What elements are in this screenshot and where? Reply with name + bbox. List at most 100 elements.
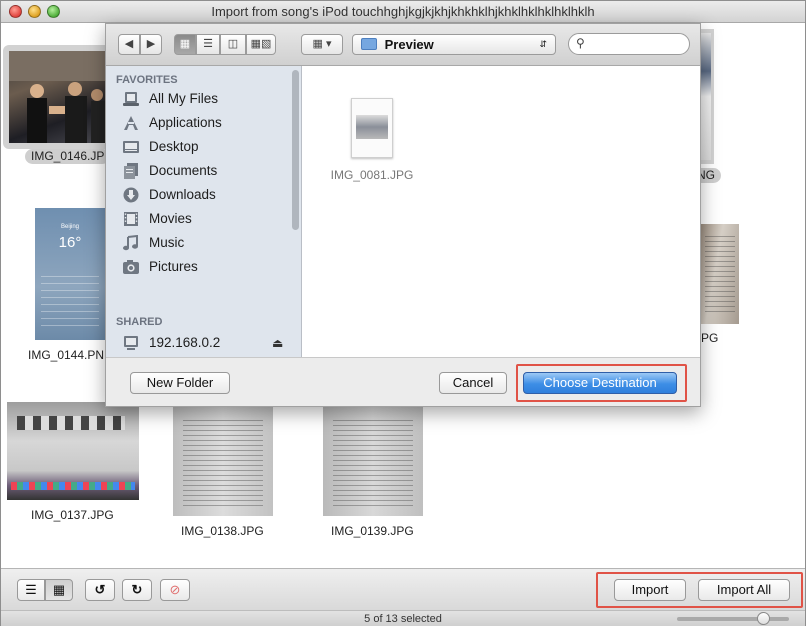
applications-icon [124,116,138,130]
highlight-box [516,364,687,402]
eject-icon[interactable]: ⏏ [272,332,283,354]
grid-icon: ▦ [52,582,66,597]
sidebar-item-label: All My Files [149,91,219,106]
photo-caption: IMG_0137.JPG [31,508,114,522]
screen-photo [7,402,139,500]
import-window: Import from song's iPod touchhghjkgjkjkh… [0,0,806,626]
documents-icon [124,163,138,179]
file-name: IMG_0081.JPG [330,168,414,182]
sidebar-item-label: Desktop [149,139,199,154]
weather-temp: 16° [58,234,82,251]
selection-count: 5 of 13 selected [364,613,442,625]
close-window-button[interactable] [9,5,22,18]
search-field[interactable]: ⚲ [568,33,690,55]
sidebar-item-label: 192.168.0.2 [149,335,221,350]
screen-content [17,416,125,430]
rotate-left-button[interactable]: ↺ [85,579,115,601]
list-icon: ☰ [25,582,37,597]
list-view-icon: ☰ [203,38,213,50]
rotate-right-button[interactable]: ↻ [122,579,152,601]
photo-caption: IMG_0138.JPG [181,524,264,538]
back-button[interactable]: ◀ [118,34,140,55]
coverflow-view-icon: ▦▧ [250,38,272,50]
rotate-right-icon: ↻ [131,582,143,597]
sheet-button-bar: New Folder Cancel Choose Destination [106,357,700,406]
list-view-button[interactable]: ☰ [17,579,45,601]
pictures-icon [123,260,139,274]
movies-icon [124,212,138,226]
people-photo-icon [9,51,107,143]
icon-view-button[interactable]: ▦ [174,34,196,55]
file-preview [356,115,388,139]
sheet-toolbar: ◀ ▶ ▦ ☰ ◫ ▦▧ ▦ ▾ Preview ⇵ ⚲ [106,24,700,66]
favorites-heading: FAVORITES [116,74,178,86]
location-popup[interactable]: Preview ⇵ [352,34,556,55]
slider-knob[interactable] [757,612,770,625]
sidebar-item-label: Documents [149,163,218,178]
folder-icon [361,38,377,50]
text-lines [333,416,413,506]
grid-icon: ▦ ▾ [312,38,332,50]
weather-city: Beijing [60,224,79,230]
file-item[interactable]: IMG_0081.JPG [327,96,417,186]
choose-destination-sheet: ◀ ▶ ▦ ☰ ◫ ▦▧ ▦ ▾ Preview ⇵ ⚲ FAVORITES A… [105,23,701,407]
computer-icon [124,336,138,350]
no-entry-icon: ⊘ [169,582,181,597]
photo-image [701,33,711,160]
document-photo [701,224,739,324]
image-file-icon [351,98,393,158]
updown-icon: ⇵ [539,39,547,49]
downloads-icon [123,187,139,203]
chevron-left-icon: ◀ [124,38,134,50]
arrange-button[interactable]: ▦ ▾ [301,34,343,55]
forward-button[interactable]: ▶ [140,34,162,55]
title-bar: Import from song's iPod touchhghjkgjkjkh… [1,1,805,23]
thumbnail-size-slider[interactable] [677,612,789,625]
highlight-box [596,572,803,608]
coverflow-view-button[interactable]: ▦▧ [246,34,276,55]
forecast-rows [41,270,99,326]
dock-strip [11,482,135,490]
text-lines [183,416,263,506]
minimize-window-button[interactable] [28,5,41,18]
bottom-toolbar: ☰ ▦ ↺ ↻ ⊘ Import Import All [1,568,805,610]
sidebar-item-192-168-0-2[interactable]: 192.168.0.2 ⏏ [122,332,292,354]
list-view-button[interactable]: ☰ [196,34,220,55]
photo-thumbnail[interactable] [701,29,714,164]
photo-thumbnail[interactable]: Beijing 16° [35,208,105,340]
sidebar-item-label: Applications [149,115,222,130]
cancel-button[interactable]: Cancel [439,372,507,394]
photo-caption: PG [701,331,719,345]
photo-thumbnail[interactable] [7,402,139,500]
column-view-icon: ◫ [227,38,239,50]
search-icon: ⚲ [576,36,585,50]
finder-sidebar: FAVORITES All My Files Applications Desk… [106,66,302,357]
icon-view-icon: ▦ [179,38,191,50]
rotate-left-icon: ↺ [94,582,106,597]
location-label: Preview [384,37,434,52]
text-lines [705,232,735,316]
all-files-icon [123,92,139,106]
weather-screenshot: Beijing 16° [35,208,105,340]
sidebar-item-label: Music [149,235,185,250]
shared-heading: SHARED [116,316,163,328]
grid-view-button[interactable]: ▦ [45,579,73,601]
sidebar-item-label: Downloads [149,187,216,202]
photo-thumbnail[interactable] [701,224,739,324]
zoom-window-button[interactable] [47,5,60,18]
sidebar-item-label: Pictures [149,259,198,274]
sidebar-scrollbar[interactable] [292,70,299,230]
search-input[interactable] [591,36,683,52]
music-icon [123,235,138,251]
delete-button[interactable]: ⊘ [160,579,190,601]
photo-thumbnail[interactable] [3,45,113,149]
file-browser-area: IMG_0081.JPG [302,66,700,357]
column-view-button[interactable]: ◫ [220,34,246,55]
sidebar-item-label: Movies [149,211,192,226]
photo-caption: IMG_0144.PN [28,348,105,362]
new-folder-button[interactable]: New Folder [130,372,230,394]
chevron-right-icon: ▶ [146,38,156,50]
status-bar: 5 of 13 selected [1,610,805,626]
photo-caption: IMG_0146.JP [25,149,111,164]
photo-image [9,51,107,143]
